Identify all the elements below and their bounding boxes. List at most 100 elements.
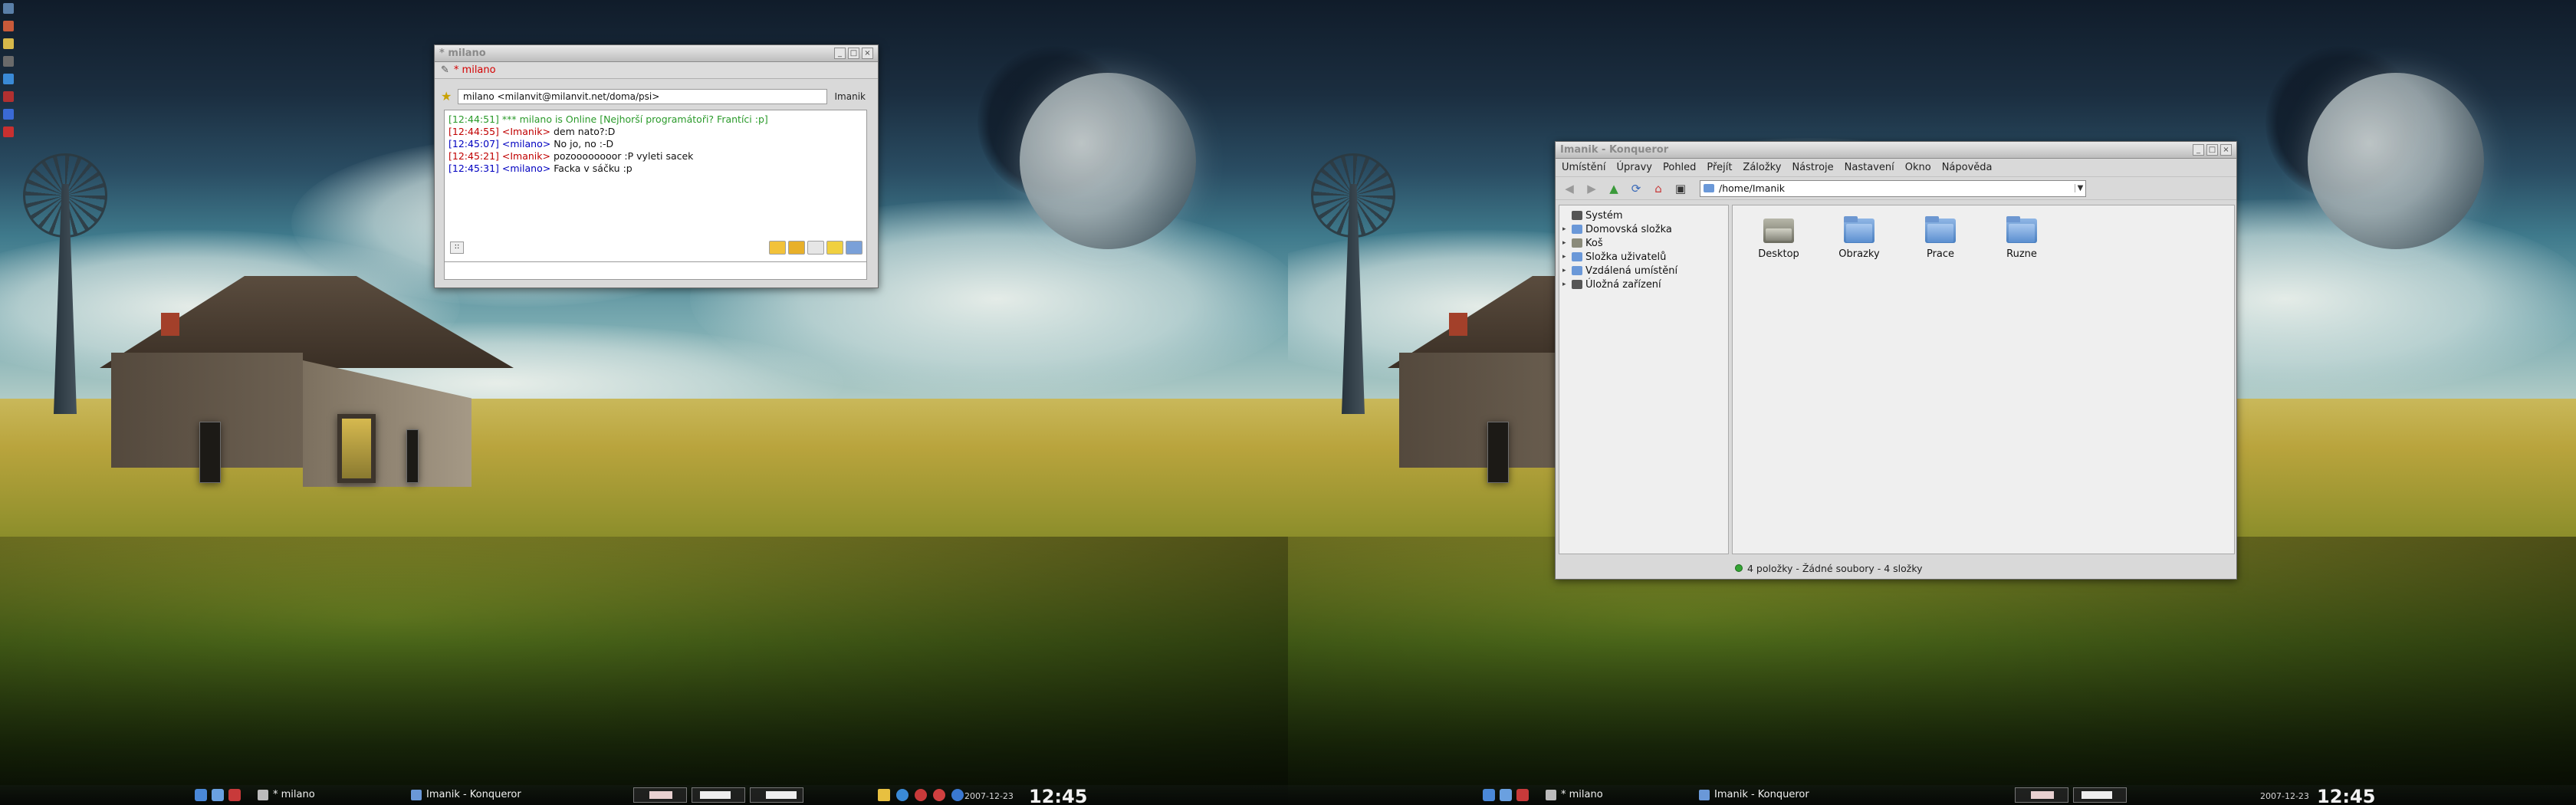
tree-item-remote[interactable]: ▸ Vzdálená umístění (1559, 264, 1728, 278)
maximize-button[interactable]: □ (848, 48, 859, 59)
expand-icon[interactable]: :: (450, 242, 464, 254)
minimize-button[interactable]: _ (834, 48, 846, 59)
tree-item-storage[interactable]: ▸ Úložná zařízení (1559, 278, 1728, 291)
home-icon[interactable]: ⌂ (1649, 180, 1668, 197)
menu-okno[interactable]: Okno (1905, 162, 1931, 173)
browser-icon[interactable] (3, 109, 14, 120)
printer-icon[interactable] (3, 56, 14, 67)
tree-item-trash[interactable]: ▸ Koš (1559, 236, 1728, 250)
folder-label: Prace (1926, 248, 1955, 260)
forward-icon[interactable]: ▶ (1582, 180, 1601, 197)
menu-pohled[interactable]: Pohled (1663, 162, 1696, 173)
menu-napoveda[interactable]: Nápověda (1942, 162, 1993, 173)
menu-nastaveni[interactable]: Nastavení (1845, 162, 1894, 173)
menu-upravy[interactable]: Úpravy (1617, 162, 1652, 173)
system-tray (878, 789, 964, 801)
folder-prace[interactable]: Prace (1906, 216, 1975, 260)
chevron-down-icon[interactable]: ▼ (2075, 184, 2085, 192)
minimize-button[interactable]: _ (2193, 144, 2204, 156)
contact-address[interactable]: milano <milanvit@milanvit.net/doma/psi> (458, 89, 827, 104)
emoticon-icon[interactable] (769, 241, 786, 255)
close-button[interactable]: × (862, 48, 873, 59)
app-icon[interactable] (228, 789, 241, 801)
files-icon[interactable] (1500, 789, 1512, 801)
info-icon[interactable] (826, 241, 843, 255)
reload-icon[interactable]: ⟳ (1627, 180, 1645, 197)
network-icon[interactable] (3, 74, 14, 84)
task-konqueror[interactable]: Imanik - Konqueror (1699, 789, 1809, 800)
menu-prejit[interactable]: Přejít (1707, 162, 1732, 173)
location-bar[interactable]: /home/Imanik ▼ (1700, 179, 2086, 197)
folder-ruzne[interactable]: Ruzne (1987, 216, 2056, 260)
folder-icon (1704, 184, 1714, 192)
konqueror-titlebar[interactable]: Imanik - Konqueror _ □ × (1556, 142, 2236, 159)
tree-expander[interactable]: ▸ (1562, 267, 1569, 274)
pager-desktop-2[interactable] (692, 787, 745, 803)
clipboard-icon[interactable] (878, 789, 890, 801)
maximize-button[interactable]: □ (2206, 144, 2218, 156)
chat-message: [12:45:07] <milano> No jo, no :-D (449, 138, 863, 150)
desktop-pager[interactable] (2015, 787, 2127, 803)
sound-icon[interactable] (951, 789, 964, 801)
kmenu-icon[interactable] (1483, 789, 1495, 801)
pager-desktop-1[interactable] (633, 787, 687, 803)
send-file-icon[interactable] (788, 241, 805, 255)
chat-tab[interactable]: * milano (454, 64, 496, 76)
task-chat[interactable]: * milano (258, 789, 315, 800)
files-icon[interactable] (212, 789, 224, 801)
message-sender: <milano> (501, 163, 551, 174)
message-text: pozoooooooor :P vyleti sacek (553, 150, 694, 162)
close-button[interactable]: × (2220, 144, 2232, 156)
menu-nastroje[interactable]: Nástroje (1792, 162, 1833, 173)
cd-icon[interactable] (3, 91, 14, 102)
location-input[interactable]: /home/Imanik (1719, 182, 1785, 194)
attach-icon[interactable] (846, 241, 863, 255)
pencil-icon (1546, 789, 1556, 800)
file-view[interactable]: Desktop Obrazky Prace Ruzne (1732, 205, 2235, 554)
computer-icon[interactable] (3, 3, 14, 14)
tree-expander[interactable]: ▸ (1562, 225, 1569, 233)
pager-desktop-3[interactable] (750, 787, 803, 803)
contact-address-bar: ★ milano <milanvit@milanvit.net/doma/psi… (441, 88, 869, 105)
left-screen: * milano _ □ × ✎ * milano ★ milano <mila… (0, 0, 1288, 805)
kmenu-icon[interactable] (195, 789, 207, 801)
chat-titlebar[interactable]: * milano _ □ × (435, 45, 878, 62)
network-icon[interactable] (896, 789, 909, 801)
pdf-icon[interactable] (3, 127, 14, 137)
tree-expander[interactable]: ▸ (1562, 281, 1569, 288)
task-konqueror[interactable]: Imanik - Konqueror (411, 789, 521, 800)
tree-expander[interactable]: ▸ (1562, 253, 1569, 261)
tree-item-system[interactable]: Systém (1559, 209, 1728, 222)
menu-umisteni[interactable]: Umístění (1562, 162, 1606, 173)
taskbar: * milano Imanik - Konqueror 2007-12-23 1… (1288, 785, 2576, 805)
pager-desktop-2[interactable] (2073, 787, 2127, 803)
tree-item-home[interactable]: ▸ Domovská složka (1559, 222, 1728, 236)
folder-icon[interactable] (3, 38, 14, 49)
app-icon[interactable] (1516, 789, 1529, 801)
task-chat[interactable]: * milano (1546, 789, 1603, 800)
back-icon[interactable]: ◀ (1560, 180, 1579, 197)
desktop-pager[interactable] (633, 787, 803, 803)
quick-launch (195, 789, 241, 801)
tree-item-users[interactable]: ▸ Složka uživatelů (1559, 250, 1728, 264)
chat-message-input[interactable] (444, 261, 867, 280)
star-icon: ★ (441, 89, 452, 104)
pager-desktop-1[interactable] (2015, 787, 2068, 803)
history-icon[interactable] (807, 241, 824, 255)
home-icon[interactable] (3, 21, 14, 31)
tree-expander[interactable]: ▸ (1562, 239, 1569, 247)
tree-item-label: Vzdálená umístění (1585, 264, 1678, 277)
psi-icon[interactable] (933, 789, 945, 801)
update-icon[interactable] (915, 789, 927, 801)
message-time: [12:45:21] (449, 150, 499, 162)
folder-obrazky[interactable]: Obrazky (1825, 216, 1894, 260)
menu-zalozky[interactable]: Záložky (1743, 162, 1781, 173)
menubar: Umístění Úpravy Pohled Přejít Záložky Ná… (1556, 159, 2236, 177)
up-icon[interactable]: ▲ (1605, 180, 1623, 197)
clock[interactable]: 12:45 (1029, 786, 1087, 805)
folder-desktop[interactable]: Desktop (1744, 216, 1813, 260)
message-time: [12:45:31] (449, 163, 499, 174)
desktop-folder-icon (1763, 216, 1794, 244)
clock[interactable]: 12:45 (2317, 786, 2375, 805)
terminal-icon[interactable]: ▣ (1671, 180, 1690, 197)
